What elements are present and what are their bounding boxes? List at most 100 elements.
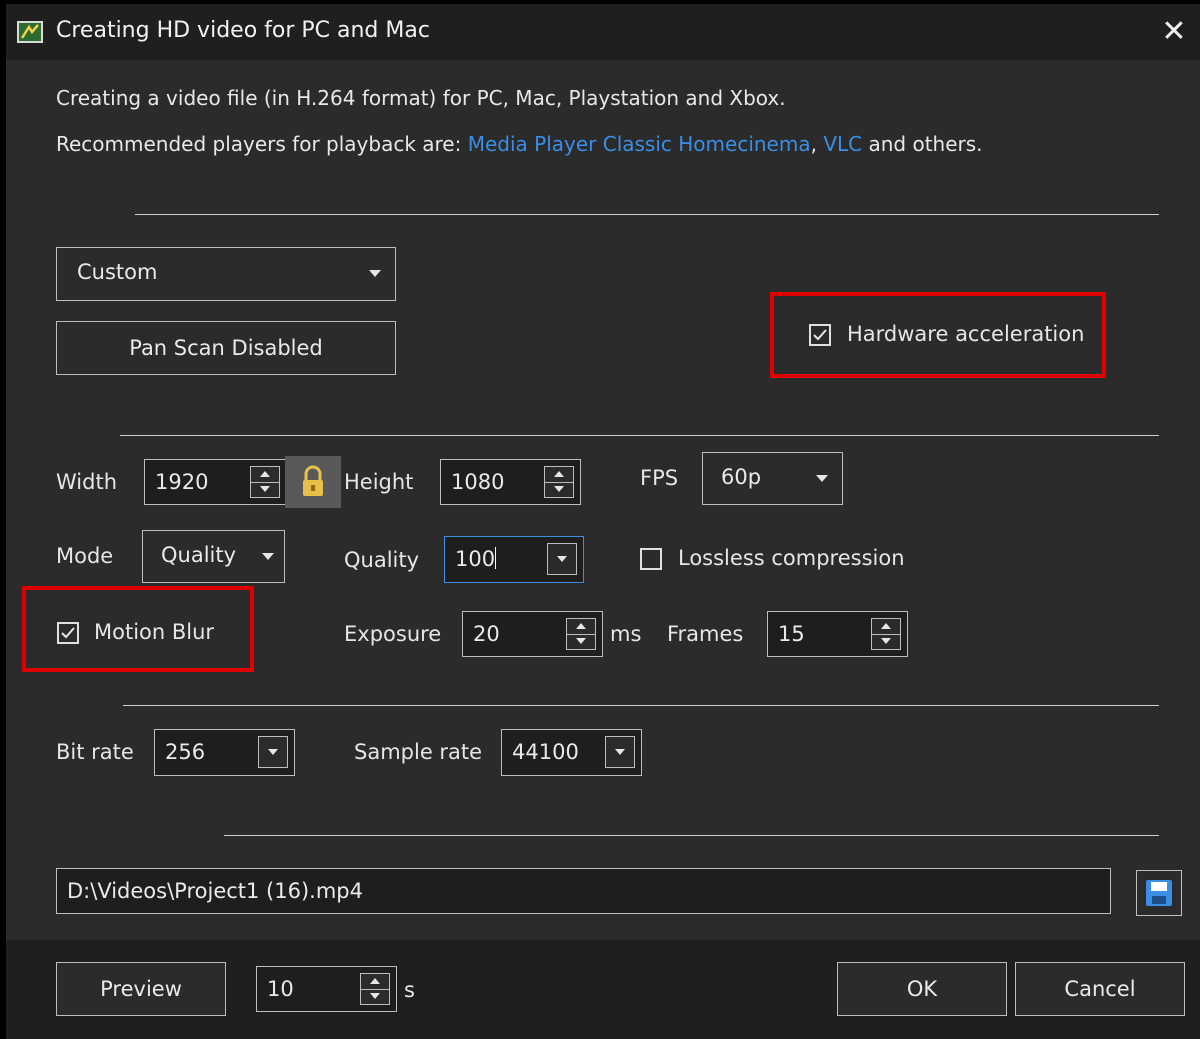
height-label: Height <box>344 470 414 494</box>
quality-value: 100 <box>455 547 496 571</box>
exposure-spinner[interactable] <box>566 618 596 650</box>
frames-spinner[interactable] <box>871 618 901 650</box>
link-mpc-hc[interactable]: Media Player Classic Homecinema <box>468 132 811 156</box>
preview-duration-input[interactable]: 10 <box>256 966 397 1012</box>
bitrate-label: Bit rate <box>56 740 134 764</box>
lossless-compression-label: Lossless compression <box>678 546 905 570</box>
bitrate-value: 256 <box>165 740 206 764</box>
preset-dropdown[interactable]: Custom <box>56 247 396 301</box>
width-input[interactable]: 1920 <box>144 459 287 505</box>
app-icon <box>17 21 43 43</box>
sample-rate-dropdown-button[interactable] <box>605 736 635 768</box>
mode-label: Mode <box>56 544 114 568</box>
spin-down[interactable] <box>545 482 573 497</box>
players-prefix: Recommended players for playback are: <box>56 132 468 156</box>
quality-dropdown-button[interactable] <box>547 543 577 575</box>
bottom-bar: Preview 10 s OK Cancel <box>6 940 1200 1039</box>
exposure-value: 20 <box>473 622 500 646</box>
info-description: Creating a video file (in H.264 format) … <box>56 86 786 110</box>
arrow-down-icon <box>557 556 567 562</box>
width-label: Width <box>56 470 118 494</box>
link-separator: , <box>810 132 817 156</box>
separator-2 <box>120 435 1159 436</box>
exposure-input[interactable]: 20 <box>462 611 603 657</box>
spin-up[interactable] <box>567 619 595 635</box>
width-spinner[interactable] <box>250 466 280 498</box>
arrow-up-icon <box>881 623 891 629</box>
spin-down[interactable] <box>567 634 595 649</box>
floppy-disk-icon <box>1146 880 1172 906</box>
separator-4 <box>224 835 1159 836</box>
spin-up[interactable] <box>361 974 389 990</box>
arrow-up-icon <box>370 978 380 984</box>
output-path-input[interactable]: D:\Videos\Project1 (16).mp4 <box>56 868 1111 914</box>
bitrate-input[interactable]: 256 <box>154 729 295 776</box>
exposure-label: Exposure <box>344 622 442 646</box>
link-vlc[interactable]: VLC <box>823 132 862 156</box>
sample-rate-input[interactable]: 44100 <box>501 729 642 776</box>
window-title: Creating HD video for PC and Mac <box>56 18 430 43</box>
preview-duration-unit: s <box>404 978 415 1002</box>
quality-input[interactable]: 100 <box>444 536 584 583</box>
title-bar: Creating HD video for PC and Mac ✕ <box>6 4 1200 60</box>
quality-value-wrap: 100 <box>455 547 497 571</box>
dialog: Creating HD video for PC and Mac ✕ Creat… <box>6 4 1200 1039</box>
save-file-button[interactable] <box>1136 870 1182 916</box>
motion-blur-checkbox[interactable] <box>57 622 79 644</box>
text-caret <box>495 547 497 569</box>
spin-down[interactable] <box>251 482 279 497</box>
mode-value: Quality <box>161 543 237 567</box>
preview-duration-value: 10 <box>267 977 294 1001</box>
chevron-down-icon <box>262 553 274 560</box>
height-value: 1080 <box>451 470 505 494</box>
sample-rate-value: 44100 <box>512 740 579 764</box>
aspect-lock-button[interactable] <box>285 456 341 508</box>
separator-1 <box>135 214 1159 215</box>
separator-3 <box>123 705 1159 706</box>
preset-value: Custom <box>77 260 158 284</box>
chevron-down-icon <box>369 270 381 277</box>
fps-label: FPS <box>640 466 679 490</box>
sample-rate-label: Sample rate <box>354 740 483 764</box>
spin-up[interactable] <box>545 467 573 483</box>
preview-duration-spinner[interactable] <box>360 973 390 1005</box>
chevron-down-icon <box>816 475 828 482</box>
lossless-compression-checkbox[interactable] <box>640 548 662 570</box>
quality-label: Quality <box>344 548 420 572</box>
hardware-acceleration-checkbox[interactable] <box>809 324 831 346</box>
hardware-acceleration-label: Hardware acceleration <box>847 322 1085 346</box>
frames-value: 15 <box>778 622 805 646</box>
lock-icon <box>303 465 323 496</box>
mode-dropdown[interactable]: Quality <box>142 530 285 583</box>
arrow-down-icon <box>260 486 270 492</box>
height-input[interactable]: 1080 <box>440 459 581 505</box>
arrow-down-icon <box>615 749 625 755</box>
spin-down[interactable] <box>361 989 389 1004</box>
cancel-button[interactable]: Cancel <box>1015 962 1185 1016</box>
fps-dropdown[interactable]: 60p <box>702 452 843 505</box>
close-icon[interactable]: ✕ <box>1156 14 1192 50</box>
arrow-down-icon <box>268 749 278 755</box>
height-spinner[interactable] <box>544 466 574 498</box>
spin-up[interactable] <box>872 619 900 635</box>
spin-down[interactable] <box>872 634 900 649</box>
arrow-down-icon <box>576 638 586 644</box>
spin-up[interactable] <box>251 467 279 483</box>
motion-blur-label: Motion Blur <box>94 620 215 644</box>
arrow-down-icon <box>881 638 891 644</box>
arrow-up-icon <box>554 471 564 477</box>
arrow-up-icon <box>260 471 270 477</box>
frames-label: Frames <box>667 622 744 646</box>
pan-scan-button[interactable]: Pan Scan Disabled <box>56 321 396 375</box>
exposure-unit: ms <box>610 622 642 646</box>
frames-input[interactable]: 15 <box>767 611 908 657</box>
arrow-up-icon <box>576 623 586 629</box>
width-value: 1920 <box>155 470 209 494</box>
arrow-down-icon <box>370 993 380 999</box>
info-players: Recommended players for playback are: Me… <box>56 132 983 156</box>
preview-button[interactable]: Preview <box>56 962 226 1016</box>
ok-button[interactable]: OK <box>837 962 1007 1016</box>
fps-value: 60p <box>721 465 762 489</box>
arrow-down-icon <box>554 486 564 492</box>
bitrate-dropdown-button[interactable] <box>258 736 288 768</box>
